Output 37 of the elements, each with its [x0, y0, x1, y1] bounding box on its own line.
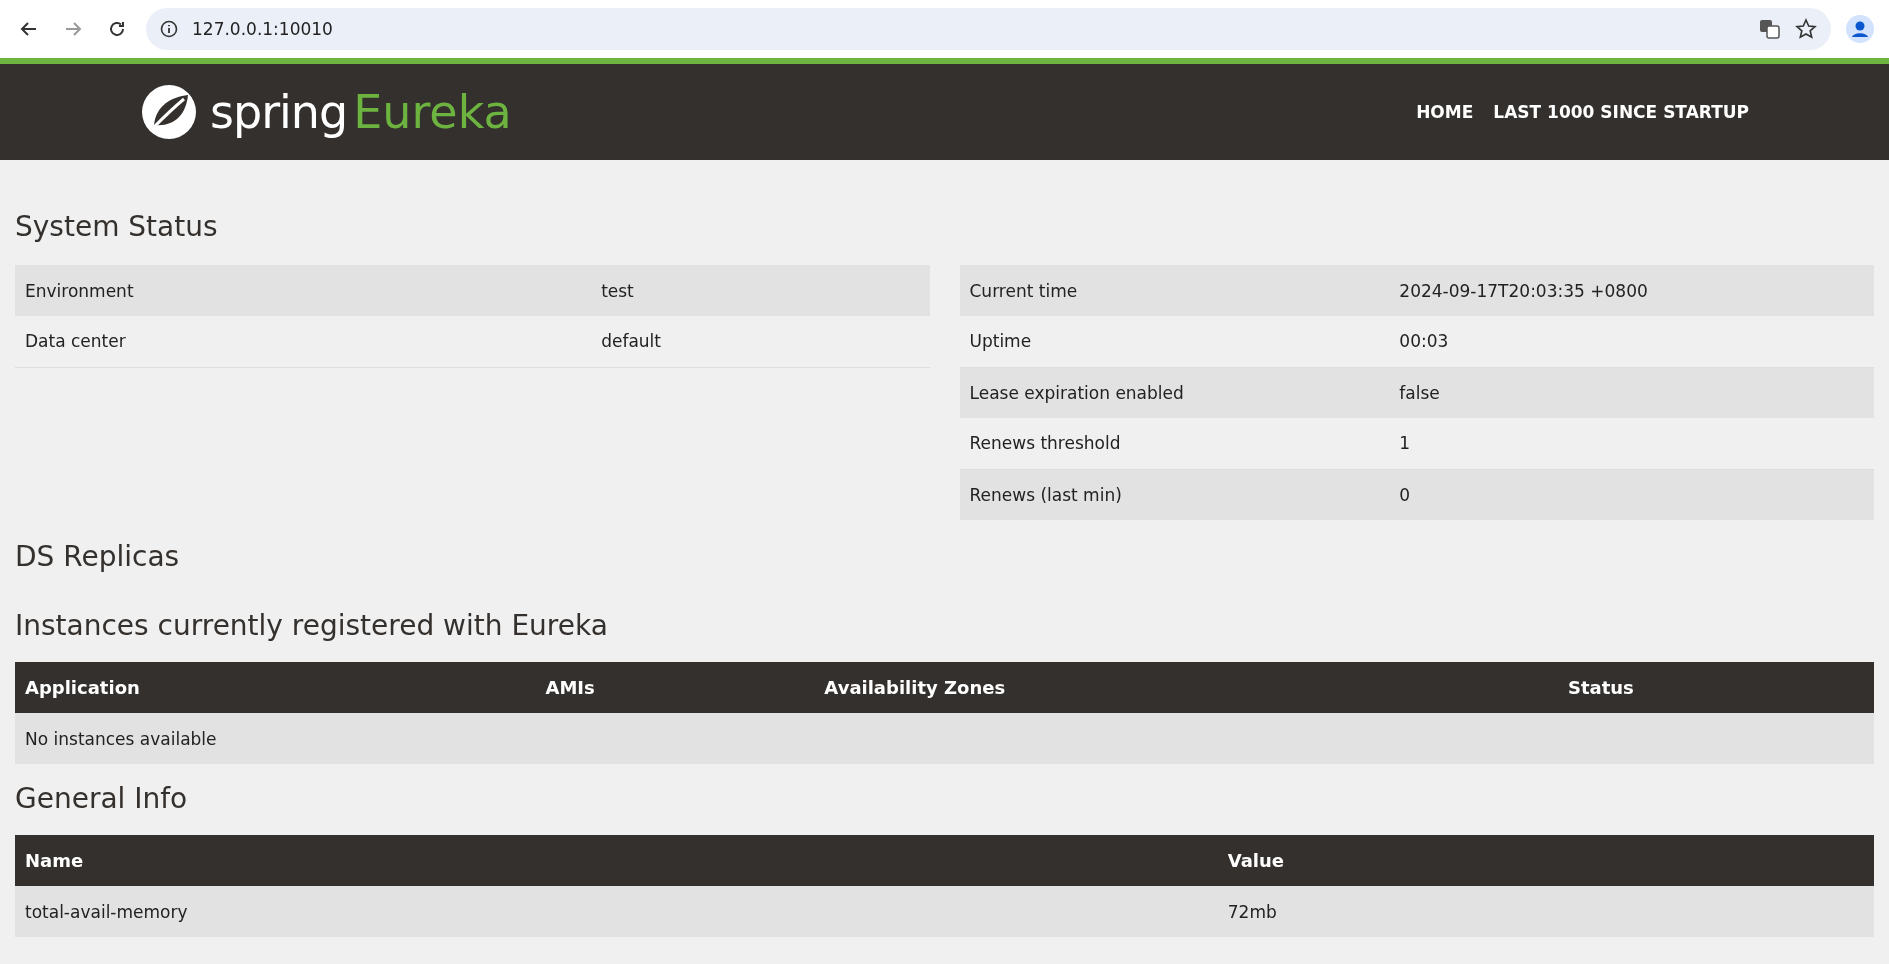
url-text: 127.0.0.1:10010 — [192, 19, 334, 39]
reload-icon[interactable] — [107, 19, 127, 39]
table-cell: Current time — [959, 265, 1390, 316]
table-cell: 1 — [1389, 418, 1874, 469]
table-cell: Data center — [15, 316, 592, 367]
table-cell: 00:03 — [1389, 316, 1874, 367]
table-cell: Uptime — [959, 316, 1390, 367]
table-cell: No instances available — [15, 713, 1874, 764]
section-title: System Status — [15, 209, 219, 245]
table-cell: default — [591, 316, 930, 367]
column-header: Status — [1557, 662, 1874, 713]
profile-icon[interactable] — [1845, 14, 1875, 44]
column-header: Availability Zones — [814, 662, 1558, 713]
table-cell: Environment — [15, 265, 592, 316]
column-header: Application — [15, 662, 536, 713]
table-cell: false — [1389, 367, 1874, 418]
section-title: Instances currently registered with Eureka — [15, 608, 609, 644]
column-header: AMIs — [535, 662, 815, 713]
info-icon — [160, 20, 178, 38]
table-cell: 72mb — [1217, 886, 1874, 937]
leaf-logo-icon — [140, 83, 198, 141]
table-cell: Lease expiration enabled — [959, 367, 1390, 418]
column-header: Value — [1217, 835, 1874, 886]
section-title: DS Replicas — [15, 539, 181, 575]
table-cell: 0 — [1389, 469, 1874, 520]
table-cell: Renews (last min) — [959, 469, 1390, 520]
table-cell: 2024-09-17T20:03:35 +0800 — [1389, 265, 1874, 316]
column-header: Name — [15, 835, 1218, 886]
star-icon[interactable] — [1795, 18, 1817, 40]
section-title: General Info — [15, 781, 189, 817]
nav-link[interactable]: LAST 1000 SINCE STARTUP — [1493, 102, 1749, 122]
table-cell: Renews threshold — [959, 418, 1390, 469]
address-bar[interactable]: 127.0.0.1:10010 — [146, 8, 1831, 50]
nav-link[interactable]: HOME — [1416, 102, 1474, 122]
table-cell: test — [591, 265, 930, 316]
table-cell: total-avail-memory — [15, 886, 1218, 937]
brand-name: spring Eureka — [210, 85, 512, 139]
